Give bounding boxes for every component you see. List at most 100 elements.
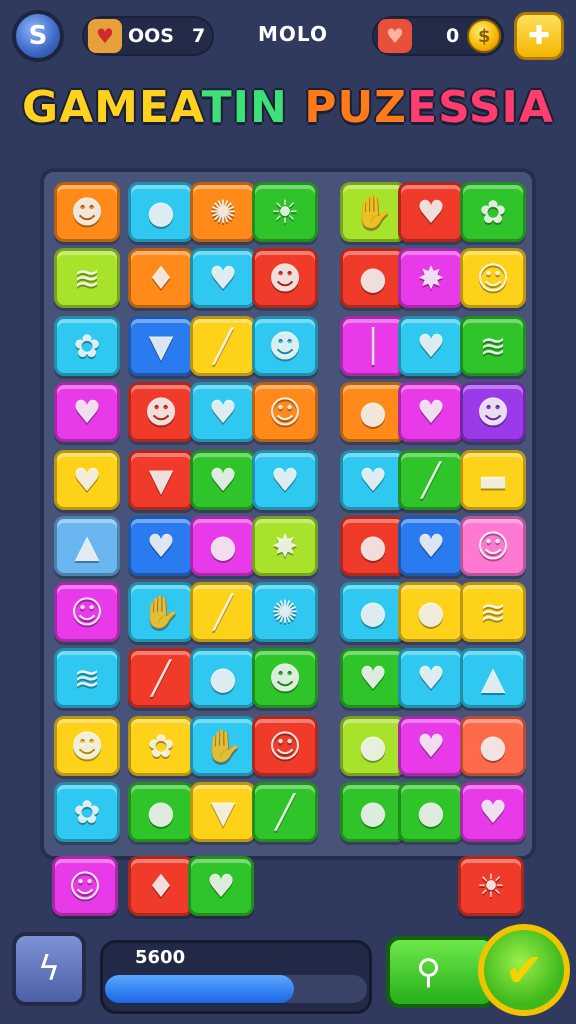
tile-green-r10-c4[interactable]: ╱ bbox=[252, 782, 318, 842]
tile-green-r5-c3[interactable]: ♥ bbox=[190, 450, 256, 510]
tile-lime-r2-c1[interactable]: ≋ bbox=[54, 248, 120, 308]
settings-icon: ✚ bbox=[528, 21, 550, 51]
tile-lime-r1-c5[interactable]: ✋ bbox=[340, 182, 406, 242]
tile-pink-r6-c7[interactable]: ☺ bbox=[460, 516, 526, 576]
power-button[interactable]: ϟ bbox=[12, 932, 86, 1006]
progress-fill bbox=[105, 975, 294, 1003]
tile-icon: ☻ bbox=[70, 193, 104, 231]
tile-orange-r4-c5[interactable]: ● bbox=[340, 382, 406, 442]
tile-green-r10-c2[interactable]: ● bbox=[128, 782, 194, 842]
tile-magenta-r10-c7[interactable]: ♥ bbox=[460, 782, 526, 842]
tile-magenta-r7-c1[interactable]: ☺ bbox=[54, 582, 120, 642]
tile-icon: ▼ bbox=[210, 793, 236, 831]
tile-blue-r6-c2[interactable]: ♥ bbox=[128, 516, 194, 576]
tile-cyan-r2-c3[interactable]: ♥ bbox=[190, 248, 256, 308]
tile-icon: ● bbox=[359, 593, 387, 631]
coins-pill: ♥ 0 $ bbox=[372, 16, 504, 56]
tile-green-r10-c5[interactable]: ● bbox=[340, 782, 406, 842]
tile-yellow-r7-c7[interactable]: ≋ bbox=[460, 582, 526, 642]
extra-tile-magenta[interactable]: ☺ bbox=[52, 856, 118, 916]
tile-cyan-r7-c2[interactable]: ✋ bbox=[128, 582, 194, 642]
tile-icon: ≋ bbox=[73, 259, 101, 297]
tile-icon: ☺ bbox=[268, 393, 302, 431]
tile-yellow-r3-c3[interactable]: ╱ bbox=[190, 316, 256, 376]
tile-green-r1-c4[interactable]: ☀ bbox=[252, 182, 318, 242]
tile-lime-r9-c5[interactable]: ● bbox=[340, 716, 406, 776]
tile-yellow-r7-c6[interactable]: ● bbox=[398, 582, 464, 642]
tile-cyan-r7-c4[interactable]: ✺ bbox=[252, 582, 318, 642]
tile-cyan-r8-c7[interactable]: ▲ bbox=[460, 648, 526, 708]
tile-yellow-r5-c1[interactable]: ♥ bbox=[54, 450, 120, 510]
tile-orange-r2-c2[interactable]: ♦ bbox=[128, 248, 194, 308]
tile-red-r5-c2[interactable]: ▼ bbox=[128, 450, 194, 510]
tile-green-r10-c6[interactable]: ● bbox=[398, 782, 464, 842]
tile-yellow-r2-c7[interactable]: ☺ bbox=[460, 248, 526, 308]
tile-icon: ☺ bbox=[268, 727, 302, 765]
tile-purple-r4-c7[interactable]: ☻ bbox=[460, 382, 526, 442]
tile-magenta-r2-c6[interactable]: ✸ bbox=[398, 248, 464, 308]
tile-magenta-r4-c1[interactable]: ♥ bbox=[54, 382, 120, 442]
extra-tile-red[interactable]: ♦ bbox=[128, 856, 194, 916]
tile-icon: ● bbox=[359, 393, 387, 431]
tile-orange-r1-c3[interactable]: ✺ bbox=[190, 182, 256, 242]
tile-red-r8-c2[interactable]: ╱ bbox=[128, 648, 194, 708]
tile-icon: ♥ bbox=[416, 193, 446, 231]
tile-green-r8-c4[interactable]: ☻ bbox=[252, 648, 318, 708]
tile-yellow-r9-c1[interactable]: ☻ bbox=[54, 716, 120, 776]
tile-skyblue-r6-c1[interactable]: ▲ bbox=[54, 516, 120, 576]
tile-icon: ● bbox=[417, 793, 445, 831]
tile-icon: ╱ bbox=[421, 461, 441, 499]
tile-red-r4-c2[interactable]: ☻ bbox=[128, 382, 194, 442]
tile-yellow-r10-c3[interactable]: ▼ bbox=[190, 782, 256, 842]
avatar-icon[interactable]: S bbox=[12, 10, 64, 62]
tile-icon: ♥ bbox=[416, 327, 446, 365]
tile-icon: ✋ bbox=[203, 727, 243, 765]
tile-cyan-r3-c6[interactable]: ♥ bbox=[398, 316, 464, 376]
tile-red-r9-c4[interactable]: ☺ bbox=[252, 716, 318, 776]
tile-yellow-r7-c3[interactable]: ╱ bbox=[190, 582, 256, 642]
tile-cyan-r9-c3[interactable]: ✋ bbox=[190, 716, 256, 776]
tile-orange-r4-c4[interactable]: ☺ bbox=[252, 382, 318, 442]
tile-icon: ☺ bbox=[70, 593, 104, 631]
tile-blue-r6-c6[interactable]: ♥ bbox=[398, 516, 464, 576]
tile-cyan-r3-c4[interactable]: ☻ bbox=[252, 316, 318, 376]
tile-cyan-r8-c1[interactable]: ≋ bbox=[54, 648, 120, 708]
tile-magenta-r9-c6[interactable]: ♥ bbox=[398, 716, 464, 776]
tile-coral-r9-c7[interactable]: ● bbox=[460, 716, 526, 776]
tile-cyan-r5-c5[interactable]: ♥ bbox=[340, 450, 406, 510]
confirm-button[interactable]: ✔ bbox=[478, 924, 570, 1016]
tile-green-r8-c5[interactable]: ♥ bbox=[340, 648, 406, 708]
tile-green-r3-c7[interactable]: ≋ bbox=[460, 316, 526, 376]
tile-magenta-r4-c6[interactable]: ♥ bbox=[398, 382, 464, 442]
tile-orange-r1-c1[interactable]: ☻ bbox=[54, 182, 120, 242]
tile-red-r2-c5[interactable]: ● bbox=[340, 248, 406, 308]
extra-tile-red[interactable]: ☀ bbox=[458, 856, 524, 916]
tile-red-r2-c4[interactable]: ☻ bbox=[252, 248, 318, 308]
tile-magenta-r3-c5[interactable]: │ bbox=[340, 316, 406, 376]
tile-cyan-r8-c3[interactable]: ● bbox=[190, 648, 256, 708]
tile-icon: ▼ bbox=[148, 327, 174, 365]
tile-green-r5-c6[interactable]: ╱ bbox=[398, 450, 464, 510]
tile-red-r1-c6[interactable]: ♥ bbox=[398, 182, 464, 242]
tile-cyan-r8-c6[interactable]: ♥ bbox=[398, 648, 464, 708]
extra-tile-green[interactable]: ♥ bbox=[188, 856, 254, 916]
tile-green-r1-c7[interactable]: ✿ bbox=[460, 182, 526, 242]
tile-cyan-r5-c4[interactable]: ♥ bbox=[252, 450, 318, 510]
tile-icon: ▼ bbox=[148, 461, 174, 499]
tile-cyan-r10-c1[interactable]: ✿ bbox=[54, 782, 120, 842]
tile-icon: ● bbox=[359, 727, 387, 765]
tile-cyan-r1-c2[interactable]: ● bbox=[128, 182, 194, 242]
tile-blue-r3-c2[interactable]: ▼ bbox=[128, 316, 194, 376]
settings-button[interactable]: ✚ bbox=[514, 12, 564, 60]
tile-cyan-r7-c5[interactable]: ● bbox=[340, 582, 406, 642]
puzzle-board: ☻ ● ✺ ☀ ✋ ♥ ✿ ≋ ♦ ♥ ☻ ● ✸ ☺ ✿ ▼ ╱ ☻ │ ♥ ≋ ♥ ☻ ♥ ☺ ● ♥ ☻ ♥ ▼ ♥ ♥ ♥ ╱ ▬ ▲ ♥ ● ✸ ●… bbox=[40, 168, 536, 860]
tile-icon: ● bbox=[359, 793, 387, 831]
tile-red-r6-c5[interactable]: ● bbox=[340, 516, 406, 576]
tile-cyan-r4-c3[interactable]: ♥ bbox=[190, 382, 256, 442]
tile-lime-r6-c4[interactable]: ✸ bbox=[252, 516, 318, 576]
heart-shield-icon: ♥ bbox=[378, 19, 412, 53]
tile-yellow-r9-c2[interactable]: ✿ bbox=[128, 716, 194, 776]
tile-yellow-r5-c7[interactable]: ▬ bbox=[460, 450, 526, 510]
tile-magenta-r6-c3[interactable]: ● bbox=[190, 516, 256, 576]
tile-cyan-r3-c1[interactable]: ✿ bbox=[54, 316, 120, 376]
